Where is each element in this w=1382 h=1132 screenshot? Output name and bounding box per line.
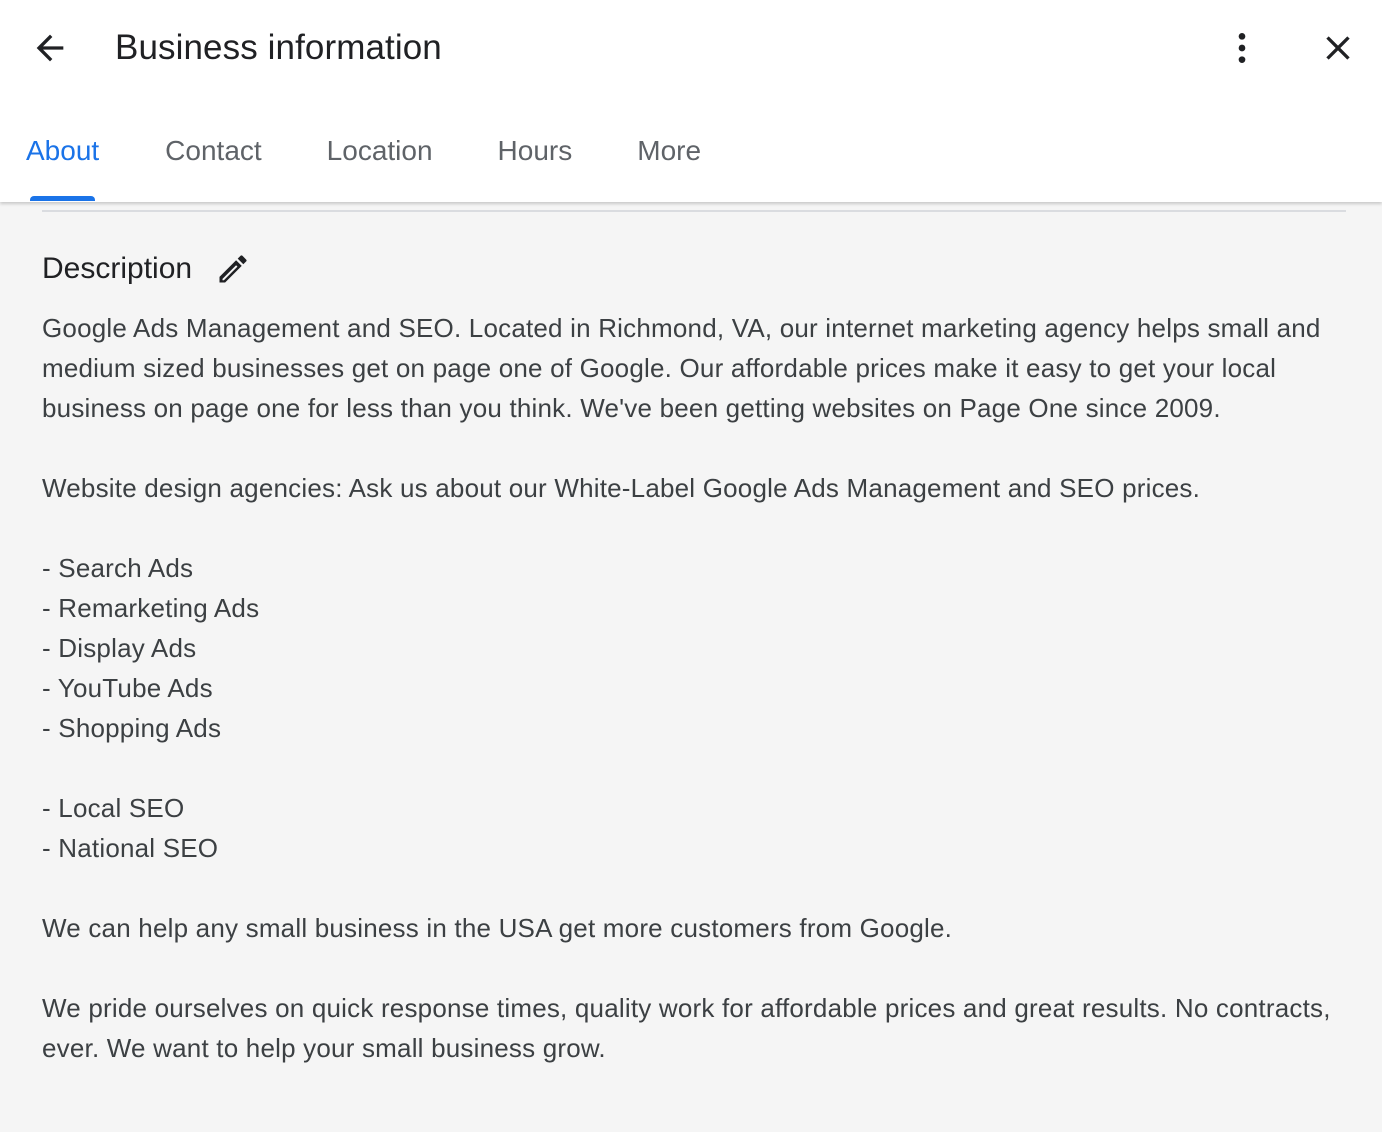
header: Business information About Contact Locat… bbox=[0, 0, 1382, 202]
list-item: - Local SEO bbox=[42, 793, 185, 823]
description-text: Google Ads Management and SEO. Located i… bbox=[42, 308, 1352, 1068]
section-title: Description bbox=[42, 252, 193, 285]
description-paragraph: Website design agencies: Ask us about ou… bbox=[42, 473, 1201, 503]
list-item: - YouTube Ads bbox=[42, 673, 213, 703]
back-button[interactable] bbox=[20, 20, 80, 76]
tab-label: More bbox=[637, 135, 702, 166]
content-panel[interactable]: Description Google Ads Management and SE… bbox=[0, 202, 1382, 1132]
close-button[interactable] bbox=[1310, 20, 1366, 76]
close-icon bbox=[1326, 36, 1350, 60]
tab-label: Hours bbox=[497, 135, 573, 166]
description-paragraph: We pride ourselves on quick response tim… bbox=[42, 993, 1331, 1063]
more-options-button[interactable] bbox=[1214, 20, 1270, 76]
list-item: - Shopping Ads bbox=[42, 713, 222, 743]
tab-about[interactable]: About bbox=[26, 100, 100, 201]
tab-bar: About Contact Location Hours More bbox=[0, 100, 701, 202]
tab-label: Location bbox=[326, 135, 433, 166]
pencil-icon bbox=[219, 255, 247, 283]
top-bar: Business information bbox=[0, 0, 1382, 100]
tab-location[interactable]: Location bbox=[327, 100, 433, 200]
divider bbox=[42, 210, 1346, 212]
list-item: - National SEO bbox=[42, 833, 219, 863]
tab-contact[interactable]: Contact bbox=[165, 100, 262, 200]
description-paragraph: We can help any small business in the US… bbox=[42, 913, 953, 943]
tab-label: Contact bbox=[165, 135, 262, 166]
page-title: Business information bbox=[115, 28, 442, 67]
list-item: - Remarketing Ads bbox=[42, 593, 260, 623]
list-item: - Display Ads bbox=[42, 633, 197, 663]
list-item: - Search Ads bbox=[42, 553, 194, 583]
tab-label: About bbox=[26, 135, 100, 166]
arrow-back-icon bbox=[36, 34, 64, 62]
tab-hours[interactable]: Hours bbox=[498, 100, 573, 200]
tab-more[interactable]: More bbox=[637, 100, 701, 200]
description-heading: Description bbox=[42, 250, 252, 288]
edit-description-button[interactable] bbox=[214, 250, 252, 288]
description-paragraph: Google Ads Management and SEO. Located i… bbox=[42, 313, 1321, 423]
more-vert-icon bbox=[1238, 33, 1246, 63]
